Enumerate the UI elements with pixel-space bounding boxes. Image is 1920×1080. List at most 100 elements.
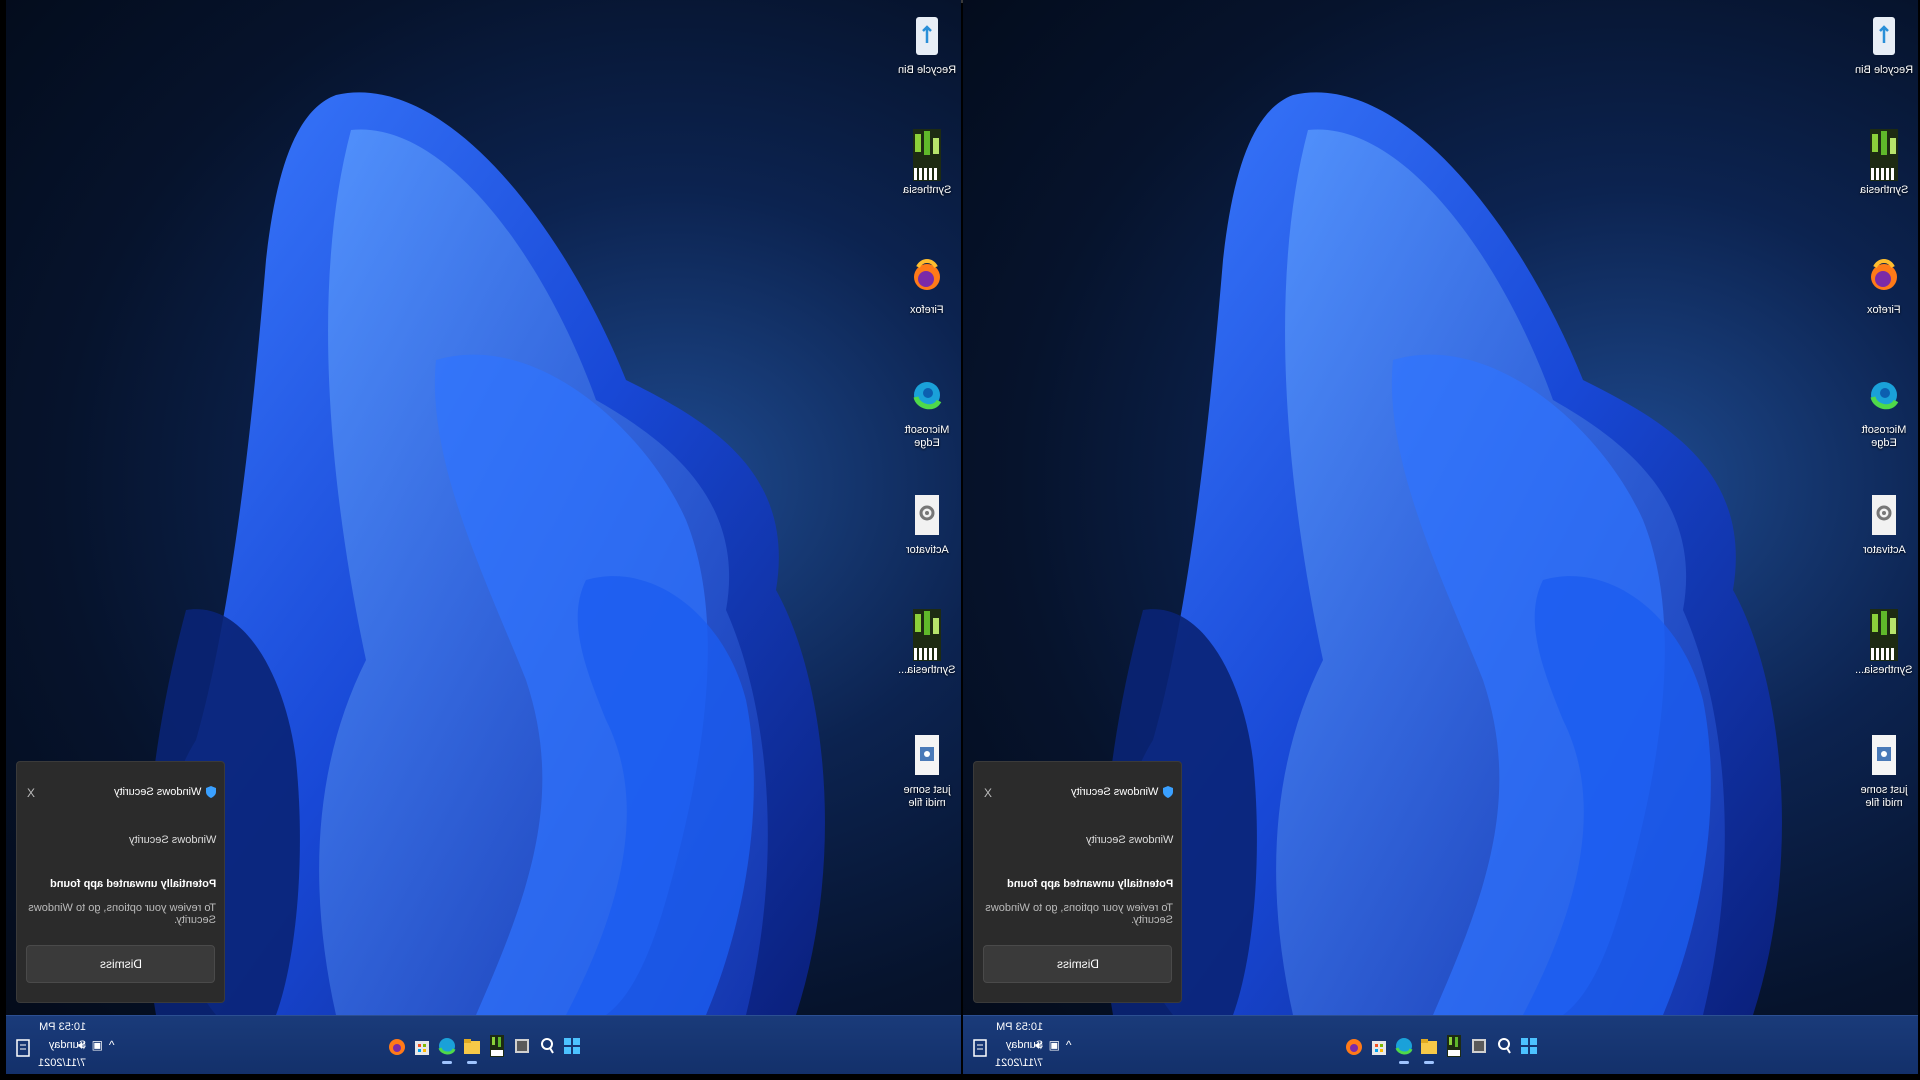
notification-icon[interactable] <box>14 1036 32 1060</box>
synthesia-icon <box>910 609 944 661</box>
clock-time: 10:53 PM <box>996 1021 1044 1033</box>
dismiss-button[interactable]: Dismiss <box>983 945 1172 983</box>
toast-header: X Windows Security <box>974 786 1181 802</box>
desktop-icon-recycle-bin[interactable]: Recycle Bin <box>1854 10 1914 130</box>
desktop-icon-label: Microsoft Edge <box>1861 424 1907 449</box>
desktop-icon-synthesia-2[interactable]: Synthesia... <box>1854 609 1914 730</box>
synthesia-icon[interactable] <box>1443 1028 1465 1064</box>
synthesia-icon[interactable] <box>486 1028 508 1064</box>
desktop-icon-label: Firefox <box>1867 304 1901 316</box>
midi-file-icon <box>1867 730 1901 780</box>
system-tray: 🔊︎ ▣ ^ <box>78 1038 115 1053</box>
network-icon[interactable]: ▣ <box>92 1038 103 1053</box>
start-icon[interactable] <box>561 1028 583 1064</box>
desktop-icons: Recycle Bin Synthesia Firefox Microsoft … <box>1854 10 1914 850</box>
speaker-icon[interactable]: 🔊︎ <box>78 1038 86 1053</box>
notification-toast[interactable]: X Windows Security Windows Security Pote… <box>973 761 1182 1003</box>
toast-app-name: Windows Security <box>113 786 201 798</box>
desktop-icon-label: Firefox <box>910 304 944 316</box>
desktop-icon-label: Synthesia <box>1859 184 1909 196</box>
search-icon[interactable] <box>1493 1028 1515 1064</box>
speaker-icon[interactable]: 🔊︎ <box>1035 1038 1043 1053</box>
notification-toast[interactable]: X Windows Security Windows Security Pote… <box>16 761 225 1003</box>
toast-body: To review your options, go to Windows Se… <box>28 902 216 926</box>
tray-overflow-icon[interactable]: ^ <box>109 1038 115 1053</box>
desktop-icon-label: just some midi file <box>903 784 951 809</box>
firefox-icon[interactable] <box>1343 1028 1365 1064</box>
toast-source: Windows Security <box>128 834 216 846</box>
firefox-icon <box>1867 250 1901 300</box>
shield-icon <box>206 786 216 798</box>
taskbar-apps <box>386 1028 583 1064</box>
settings-file-icon <box>910 490 944 540</box>
tray-overflow-icon[interactable]: ^ <box>1066 1038 1072 1053</box>
toast-app: Windows Security <box>114 786 216 798</box>
file-explorer-icon[interactable] <box>461 1028 483 1064</box>
desktop-icon-label: Synthesia <box>902 184 952 196</box>
desktop-icon-label: Recycle Bin <box>897 64 957 76</box>
firefox-icon[interactable] <box>386 1028 408 1064</box>
screen-left: Recycle Bin Synthesia Firefox Microsoft … <box>6 0 961 1074</box>
toast-app-name: Windows Security <box>1070 786 1158 798</box>
recycle-bin-icon <box>1867 10 1901 60</box>
close-icon[interactable]: X <box>984 786 992 800</box>
desktop-icon-label: Synthesia... <box>898 664 956 676</box>
desktop-icon-midi-file[interactable]: just some midi file <box>1854 730 1914 850</box>
desktop-icon-label: Recycle Bin <box>1854 64 1914 76</box>
clock-date: 7/11/2021 <box>995 1057 1044 1069</box>
file-explorer-icon[interactable] <box>1418 1028 1440 1064</box>
taskbar: 10:53 PM Sunday 7/11/2021 🔊︎ ▣ ^ <box>963 1015 1918 1074</box>
desktop-icon-activator[interactable]: Activator <box>897 490 957 610</box>
firefox-icon <box>910 250 944 300</box>
desktop-icon-edge[interactable]: Microsoft Edge <box>1854 370 1914 490</box>
edge-icon[interactable] <box>1393 1028 1415 1064</box>
terminal-icon[interactable] <box>1468 1028 1490 1064</box>
toast-source: Windows Security <box>1085 834 1173 846</box>
shield-icon <box>1163 786 1173 798</box>
toast-app: Windows Security <box>1071 786 1173 798</box>
screen-right: Recycle Bin Synthesia Firefox Microsoft … <box>963 0 1918 1074</box>
desktop-icon-synthesia-2[interactable]: Synthesia... <box>897 609 957 730</box>
synthesia-icon <box>1867 129 1901 181</box>
store-icon[interactable] <box>411 1028 433 1064</box>
midi-file-icon <box>910 730 944 780</box>
notification-icon[interactable] <box>971 1036 989 1060</box>
settings-file-icon <box>1867 490 1901 540</box>
desktop-icon-label: Microsoft Edge <box>904 424 950 449</box>
clock-date: 7/11/2021 <box>38 1057 87 1069</box>
desktop-icon-recycle-bin[interactable]: Recycle Bin <box>897 10 957 130</box>
desktop-icon-midi-file[interactable]: just some midi file <box>897 730 957 850</box>
dismiss-button[interactable]: Dismiss <box>26 945 215 983</box>
toast-headline: Potentially unwanted app found <box>1006 878 1173 890</box>
toast-body: To review your options, go to Windows Se… <box>985 902 1173 926</box>
dismiss-label: Dismiss <box>1056 957 1099 971</box>
network-icon[interactable]: ▣ <box>1049 1038 1060 1053</box>
desktop-icon-synthesia[interactable]: Synthesia <box>897 129 957 250</box>
store-icon[interactable] <box>1368 1028 1390 1064</box>
taskbar-apps <box>1343 1028 1540 1064</box>
start-icon[interactable] <box>1518 1028 1540 1064</box>
desktop-icons: Recycle Bin Synthesia Firefox Microsoft … <box>897 10 957 850</box>
terminal-icon[interactable] <box>511 1028 533 1064</box>
dismiss-label: Dismiss <box>99 957 142 971</box>
edge-icon[interactable] <box>436 1028 458 1064</box>
desktop-icon-edge[interactable]: Microsoft Edge <box>897 370 957 490</box>
edge-icon <box>1867 370 1901 420</box>
desktop-icon-activator[interactable]: Activator <box>1854 490 1914 610</box>
system-tray: 🔊︎ ▣ ^ <box>1035 1038 1072 1053</box>
taskbar: 10:53 PM Sunday 7/11/2021 🔊︎ ▣ ^ <box>6 1015 961 1074</box>
search-icon[interactable] <box>536 1028 558 1064</box>
edge-icon <box>910 370 944 420</box>
toast-header: X Windows Security <box>17 786 224 802</box>
desktop-icon-label: just some midi file <box>1860 784 1908 809</box>
toast-headline: Potentially unwanted app found <box>49 878 216 890</box>
synthesia-icon <box>910 129 944 181</box>
desktop-icon-label: Synthesia... <box>1855 664 1913 676</box>
desktop-icon-synthesia[interactable]: Synthesia <box>1854 129 1914 250</box>
desktop-icon-firefox[interactable]: Firefox <box>1854 250 1914 370</box>
desktop-icon-firefox[interactable]: Firefox <box>897 250 957 370</box>
desktop-icon-label: Activator <box>905 544 949 556</box>
close-icon[interactable]: X <box>27 786 35 800</box>
desktop-icon-label: Activator <box>1862 544 1906 556</box>
clock-time: 10:53 PM <box>39 1021 87 1033</box>
